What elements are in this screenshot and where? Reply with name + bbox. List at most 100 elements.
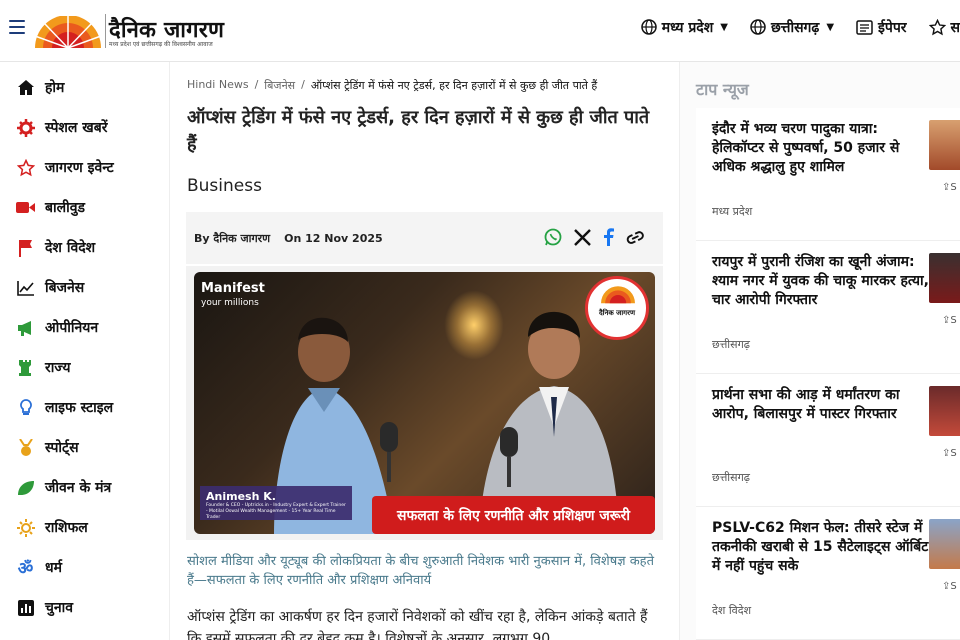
article-title: ऑप्शंस ट्रेडिंग में फंसे नए ट्रेडर्स, हर… bbox=[187, 107, 650, 155]
article-category[interactable]: Business bbox=[187, 176, 262, 196]
breadcrumb-separator: / bbox=[254, 78, 259, 91]
newspaper-icon bbox=[856, 19, 873, 35]
news-card[interactable]: प्रार्थना सभा की आड़ में धर्मांतरण का आर… bbox=[696, 374, 960, 507]
star-icon bbox=[16, 158, 35, 177]
globe-icon bbox=[640, 19, 657, 35]
guest-name: Animesh K. bbox=[206, 490, 276, 503]
sidebar-item-label: बालीवुड bbox=[45, 200, 86, 216]
nav-madhya-pradesh[interactable]: मध्य प्रदेश ▼ bbox=[640, 18, 728, 37]
badge-logo-text: दैनिक जागरण bbox=[598, 309, 636, 317]
microphone-icon bbox=[380, 422, 398, 482]
medal-icon bbox=[16, 438, 35, 457]
share-count[interactable]: ⇪S bbox=[942, 448, 957, 459]
sidebar-item-label: ओपीनियन bbox=[45, 320, 99, 336]
link-icon[interactable] bbox=[626, 230, 645, 249]
guest-desc: Founder & CEO - Uptricks.in - Industry E… bbox=[206, 503, 346, 520]
video-icon bbox=[16, 198, 35, 217]
sidebar-item-religion[interactable]: ॐ धर्म bbox=[16, 558, 62, 579]
site-logo[interactable]: दैनिक जागरण मध्य प्रदेश एवं छत्तीसगढ़ की… bbox=[33, 12, 224, 52]
globe-icon bbox=[750, 19, 766, 35]
sidebar-item-elections[interactable]: चुनाव bbox=[16, 598, 73, 617]
poll-icon bbox=[16, 598, 35, 617]
nav-label: ईपेपर bbox=[878, 19, 907, 36]
sidebar-item-label: जागरण इवेन्ट bbox=[45, 160, 114, 176]
sidebar-item-opinion[interactable]: ओपीनियन bbox=[16, 318, 98, 337]
news-location[interactable]: मध्य प्रदेश bbox=[712, 204, 752, 219]
nav-epaper[interactable]: ईपेपर bbox=[856, 18, 907, 37]
breadcrumb-home[interactable]: Hindi News bbox=[187, 78, 249, 93]
hero-image[interactable]: Manifest your millions दैनिक जागरण Anime… bbox=[186, 266, 663, 540]
gear-icon bbox=[16, 118, 35, 137]
sidebar-item-state[interactable]: राज्य bbox=[16, 358, 70, 377]
hero-photo: Manifest your millions दैनिक जागरण Anime… bbox=[194, 272, 655, 534]
sidebar-item-bollywood[interactable]: बालीवुड bbox=[16, 198, 85, 217]
whatsapp-icon[interactable] bbox=[544, 228, 562, 250]
sun-logo-icon bbox=[34, 16, 102, 48]
sidebar-item-business[interactable]: बिजनेस bbox=[16, 278, 84, 297]
sidebar-item-label: धर्म bbox=[45, 560, 62, 576]
news-card[interactable]: इंदौर में भव्य चरण पादुका यात्रा: हेलिकॉ… bbox=[696, 108, 960, 241]
sidebar-item-events[interactable]: जागरण इवेन्ट bbox=[16, 158, 114, 177]
sidebar-item-world[interactable]: देश विदेश bbox=[16, 238, 95, 257]
om-icon: ॐ bbox=[17, 559, 34, 579]
sidebar-item-home[interactable]: होम bbox=[16, 78, 64, 97]
news-thumbnail[interactable] bbox=[929, 519, 960, 569]
news-location[interactable]: देश विदेश bbox=[712, 603, 751, 618]
bulb-icon bbox=[16, 398, 35, 417]
news-title[interactable]: प्रार्थना सभा की आड़ में धर्मांतरण का आर… bbox=[712, 386, 932, 424]
news-title[interactable]: इंदौर में भव्य चरण पादुका यात्रा: हेलिकॉ… bbox=[712, 120, 932, 177]
breadcrumb-current: ऑप्शंस ट्रेडिंग में फंसे नए ट्रेडर्स, हर… bbox=[310, 79, 598, 92]
sidebar-item-lifestyle[interactable]: लाइफ स्टाइल bbox=[16, 398, 113, 417]
sidebar-item-label: चुनाव bbox=[45, 600, 74, 616]
news-thumbnail[interactable] bbox=[929, 253, 960, 303]
star-icon bbox=[928, 18, 946, 35]
news-thumbnail[interactable] bbox=[929, 386, 960, 436]
news-title[interactable]: PSLV-C62 मिशन फेल: तीसरे स्टेज में तकनीक… bbox=[712, 519, 932, 576]
nav-chhattisgarh[interactable]: छत्तीसगढ़ ▼ bbox=[750, 18, 834, 37]
x-icon[interactable] bbox=[574, 228, 591, 250]
chevron-down-icon: ▼ bbox=[720, 21, 728, 33]
top-nav: मध्य प्रदेश ▼ छत्तीसगढ़ ▼ ईपेपर स bbox=[640, 16, 960, 38]
sidebar-item-special[interactable]: स्पेशल खबरें bbox=[16, 118, 107, 137]
hero-banner: सफलता के लिए रणनीति और प्रशिक्षण जरूरी bbox=[372, 496, 655, 534]
hero-brand-line2: your millions bbox=[201, 298, 259, 308]
breadcrumb-category[interactable]: बिजनेस bbox=[264, 78, 295, 93]
sidebar-item-label: बिजनेस bbox=[45, 280, 85, 296]
share-count[interactable]: ⇪S bbox=[942, 315, 957, 326]
sun-logo-icon bbox=[601, 286, 635, 304]
microphone-icon bbox=[500, 427, 518, 487]
guest-name-box: Animesh K. Founder & CEO - Uptricks.in -… bbox=[200, 486, 352, 520]
newspaper-logo-badge: दैनिक जागरण bbox=[585, 276, 649, 340]
sidebar-item-label: राज्य bbox=[45, 360, 71, 376]
nav-label: मध्य प्रदेश bbox=[661, 19, 714, 36]
news-location[interactable]: छत्तीसगढ़ bbox=[712, 337, 750, 352]
megaphone-icon bbox=[16, 318, 35, 337]
share-buttons bbox=[544, 228, 645, 250]
news-card[interactable]: PSLV-C62 मिशन फेल: तीसरे स्टेज में तकनीक… bbox=[696, 507, 960, 640]
breadcrumb-separator: / bbox=[301, 78, 305, 91]
hero-brand-line1: Manifest bbox=[201, 281, 265, 296]
sidebar-item-sports[interactable]: स्पोर्ट्स bbox=[16, 438, 79, 457]
top-bar: दैनिक जागरण मध्य प्रदेश एवं छत्तीसगढ़ की… bbox=[0, 0, 960, 62]
top-news-rail: टाप न्यूज इंदौर में भव्य चरण पादुका यात्… bbox=[680, 62, 960, 640]
share-count[interactable]: ⇪S bbox=[942, 581, 957, 592]
sidebar-item-horoscope[interactable]: राशिफल bbox=[16, 518, 88, 537]
sidebar-item-label: स्पेशल खबरें bbox=[45, 120, 108, 136]
article-body: ऑप्शंस ट्रेडिंग का आकर्षण हर दिन हजारों … bbox=[187, 609, 648, 640]
sidebar-item-life-mantra[interactable]: जीवन के मंत्र bbox=[16, 478, 111, 497]
news-title[interactable]: रायपुर में पुरानी रंजिश का खूनी अंजाम: श… bbox=[712, 253, 932, 310]
menu-icon[interactable] bbox=[9, 20, 25, 34]
news-location[interactable]: छत्तीसगढ़ bbox=[712, 470, 750, 485]
share-count[interactable]: ⇪S bbox=[942, 182, 957, 193]
chess-icon bbox=[16, 358, 35, 377]
sidebar-item-label: जीवन के मंत्र bbox=[45, 480, 112, 496]
news-thumbnail[interactable] bbox=[929, 120, 960, 170]
top-news-heading: टाप न्यूज bbox=[696, 80, 749, 99]
nav-label: स bbox=[950, 19, 960, 36]
flag-icon bbox=[16, 238, 35, 257]
facebook-icon[interactable] bbox=[603, 228, 614, 250]
publish-date: On 12 Nov 2025 bbox=[284, 231, 383, 245]
nav-label: छत्तीसगढ़ bbox=[770, 19, 820, 36]
news-card[interactable]: रायपुर में पुरानी रंजिश का खूनी अंजाम: श… bbox=[696, 241, 960, 374]
nav-starred[interactable]: स bbox=[928, 18, 960, 37]
